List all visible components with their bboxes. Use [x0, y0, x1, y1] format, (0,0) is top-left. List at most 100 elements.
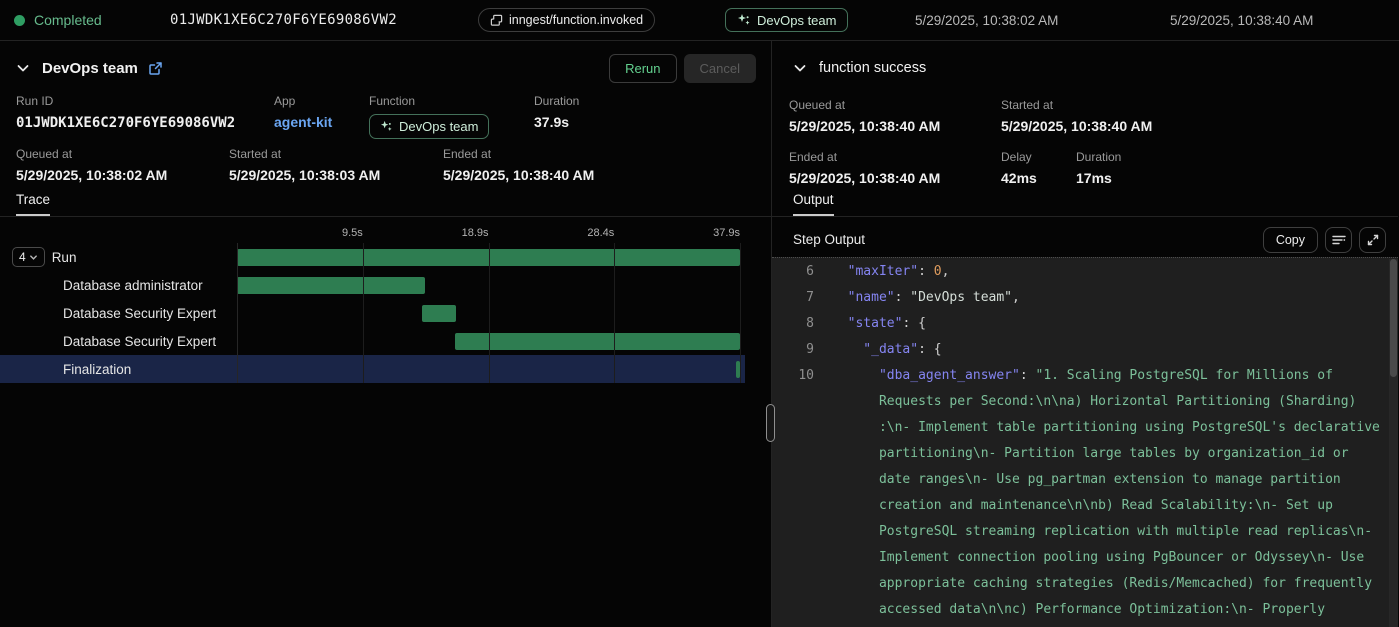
axis-gridline	[489, 243, 490, 383]
code-line: Requests per Second:\n\na) Horizontal Pa…	[772, 389, 1389, 415]
trace-waterfall: 9.5s18.9s28.4s37.9s 4RunDatabase adminis…	[0, 217, 771, 627]
event-badge[interactable]: inngest/function.invoked	[478, 8, 655, 32]
step-output-code-viewer[interactable]: 6"maxIter": 0,7"name": "DevOps team",8"s…	[772, 257, 1398, 627]
code-lines: 6"maxIter": 0,7"name": "DevOps team",8"s…	[772, 259, 1389, 627]
tab-output[interactable]: Output	[793, 192, 834, 216]
line-number: 8	[772, 311, 814, 337]
event-icon	[490, 14, 503, 27]
axis-gridline	[614, 243, 615, 383]
run-metadata-row-1: Run ID 01JWDK1XE6C270F6YE69086VW2 App ag…	[0, 94, 771, 140]
axis-tick-label: 9.5s	[342, 227, 363, 239]
code-token: appropriate caching strategies (Redis/Me…	[879, 576, 1372, 591]
step-delay-label: Delay	[1001, 150, 1037, 164]
code-line: creation and maintenance\n\nb) Read Scal…	[772, 493, 1389, 519]
run-details-panel: DevOps team Rerun Cancel Run ID 01JWDK1X…	[0, 41, 772, 627]
step-metadata-row-1: Queued at 5/29/2025, 10:38:40 AM Started…	[772, 98, 1398, 144]
function-badge-top-label: DevOps team	[757, 13, 836, 28]
external-link-icon[interactable]	[148, 61, 163, 76]
code-token: date ranges\n- Use pg_partman extension …	[879, 472, 1341, 487]
expand-fullscreen-icon[interactable]	[1359, 227, 1386, 253]
step-queued-at-label: Queued at	[789, 98, 940, 112]
trace-row[interactable]: Database administrator	[0, 271, 745, 299]
code-token: "dba_agent_answer"	[879, 368, 1020, 383]
line-number	[772, 597, 814, 623]
trace-span-bar[interactable]	[422, 305, 456, 322]
run-metadata-row-2: Queued at 5/29/2025, 10:38:02 AM Started…	[0, 147, 771, 193]
step-details-panel: function success Queued at 5/29/2025, 10…	[772, 41, 1398, 627]
function-label: Function	[369, 94, 489, 108]
cancel-button[interactable]: Cancel	[684, 54, 756, 83]
code-token: ,	[942, 264, 950, 279]
trace-row[interactable]: Database Security Expert	[0, 299, 745, 327]
code-token: "_data"	[863, 342, 918, 357]
function-badge-top[interactable]: DevOps team	[725, 8, 848, 32]
code-token: :	[895, 290, 911, 305]
code-token: {	[918, 316, 926, 331]
code-token: "1. Scaling PostgreSQL for Millions of	[1036, 368, 1333, 383]
run-id-label: Run ID	[16, 94, 235, 108]
step-duration-label: Duration	[1076, 150, 1121, 164]
step-ended-at-label: Ended at	[789, 150, 940, 164]
step-title: function success	[819, 60, 926, 76]
trace-row-label: Database administrator	[63, 278, 203, 293]
trace-row[interactable]: Database Security Expert	[0, 327, 745, 355]
trace-span-bar[interactable]	[237, 277, 425, 294]
step-output-toolbar: Step Output Copy	[772, 222, 1398, 257]
axis-tick-label: 18.9s	[462, 227, 489, 239]
app-label: App	[274, 94, 332, 108]
code-token: :	[918, 264, 934, 279]
code-line: appropriate caching strategies (Redis/Me…	[772, 571, 1389, 597]
app-link[interactable]: agent-kit	[274, 114, 332, 130]
tabs-divider-right	[772, 216, 1398, 217]
trace-rows: 4Run Database administrator Database Secur…	[0, 243, 745, 383]
code-scrollbar-thumb[interactable]	[1390, 259, 1397, 377]
line-number: 10	[772, 363, 814, 389]
code-line: :\n- Implement table partitioning using …	[772, 415, 1389, 441]
code-token: :\n- Implement table partitioning using …	[879, 420, 1380, 435]
copy-button[interactable]: Copy	[1263, 227, 1318, 253]
rerun-button[interactable]: Rerun	[609, 54, 676, 83]
axis-tick-label: 37.9s	[713, 227, 740, 239]
status-dot-icon	[14, 15, 25, 26]
trace-row[interactable]: Finalization	[0, 355, 745, 383]
code-token: ,	[1012, 290, 1020, 305]
code-token: 0	[934, 264, 942, 279]
code-line: partitioning\n- Partition large tables b…	[772, 441, 1389, 467]
code-token: :	[902, 316, 918, 331]
collapse-run-chevron-icon[interactable]	[16, 61, 30, 75]
sparkle-icon	[737, 13, 751, 27]
run-title: DevOps team	[42, 60, 138, 77]
code-scrollbar[interactable]	[1389, 259, 1398, 627]
code-token: :	[918, 342, 934, 357]
code-line: PostgreSQL streaming replication with mu…	[772, 519, 1389, 545]
step-delay-value: 42ms	[1001, 170, 1037, 186]
trace-row[interactable]: 4Run	[0, 243, 745, 271]
step-count: 4	[19, 250, 26, 264]
code-line: Implement connection pooling using PgBou…	[772, 545, 1389, 571]
code-token: "state"	[848, 316, 903, 331]
line-number: 6	[772, 259, 814, 285]
trace-span-bar[interactable]	[455, 333, 740, 350]
collapse-step-chevron-icon[interactable]	[793, 61, 807, 75]
queued-timestamp-top: 5/29/2025, 10:38:02 AM	[915, 0, 1058, 40]
line-number	[772, 389, 814, 415]
step-output-title: Step Output	[793, 232, 865, 247]
step-duration-value: 17ms	[1076, 170, 1112, 186]
ended-at-label: Ended at	[443, 147, 594, 161]
ended-at-value: 5/29/2025, 10:38:40 AM	[443, 167, 594, 183]
trace-label-divider	[237, 243, 238, 383]
step-count-dropdown[interactable]: 4	[12, 247, 45, 267]
event-badge-label: inngest/function.invoked	[509, 13, 643, 27]
panel-resize-handle[interactable]	[766, 404, 775, 442]
function-badge[interactable]: DevOps team	[369, 114, 489, 139]
step-ended-at-value: 5/29/2025, 10:38:40 AM	[789, 170, 940, 186]
code-token: "DevOps team"	[910, 290, 1012, 305]
code-token: :	[1020, 368, 1036, 383]
code-line: 10 "dba_agent_answer": "1. Scaling Postgr…	[772, 363, 1389, 389]
code-token: accessed data\n\nc) Performance Optimiza…	[879, 602, 1325, 617]
function-badge-label: DevOps team	[399, 119, 478, 134]
code-token: Requests per Second:\n\na) Horizontal Pa…	[879, 394, 1356, 409]
word-wrap-icon[interactable]	[1325, 227, 1352, 253]
tab-trace[interactable]: Trace	[16, 192, 50, 216]
trace-row-label: Database Security Expert	[63, 306, 216, 321]
